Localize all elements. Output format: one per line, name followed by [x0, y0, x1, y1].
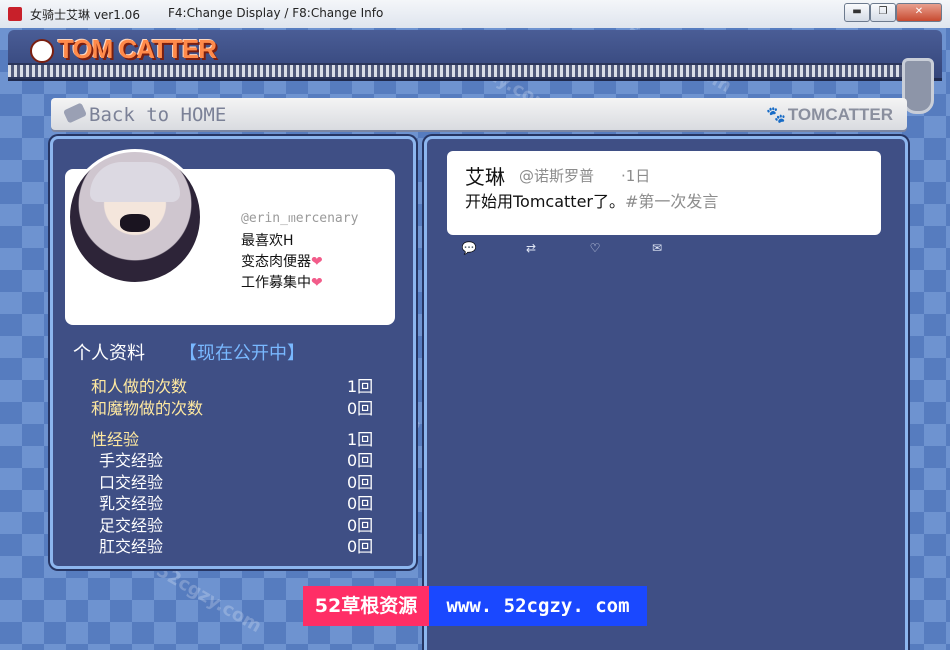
- tweet-time: ·1日: [621, 167, 651, 185]
- profile-panel: @erin_mercenary 最喜欢H 变态肉便器❤ 工作募集中❤ 艾琳@佣兵…: [50, 136, 416, 569]
- back-to-home-button[interactable]: Back to HOME: [89, 104, 226, 126]
- tweet-card[interactable]: 艾琳 @诺斯罗普 ·1日 开始用Tomcatter了。#第一次发言: [447, 151, 881, 235]
- profile-name: 艾琳@佣兵: [241, 193, 341, 217]
- stat-label: 乳交经验: [99, 494, 164, 513]
- stat-label: 手交经验: [99, 451, 164, 470]
- maximize-button[interactable]: ❐: [870, 3, 896, 22]
- tweet-text: 开始用Tomcatter了。#第一次发言: [465, 192, 719, 211]
- mail-icon[interactable]: ✉: [649, 241, 665, 255]
- heart-icon: ❤: [311, 275, 323, 291]
- zipper-decoration: [8, 63, 908, 79]
- game-viewport: 52cgzy.com 52cgzy.com 52cgzy.com 52cgzy.…: [0, 28, 950, 650]
- ad-banner-left[interactable]: 52草根资源: [303, 586, 429, 626]
- window-title: 女骑士艾琳 ver1.06: [30, 8, 140, 22]
- profile-bio: 最喜欢H 变态肉便器❤ 工作募集中❤: [241, 231, 323, 294]
- stat-value: 0回: [347, 451, 374, 470]
- key-hints: F4:Change Display / F8:Change Info: [168, 6, 384, 20]
- bio-line: 变态肉便器❤: [241, 254, 323, 270]
- stat-value: 0回: [347, 537, 374, 556]
- stat-value: 1回: [347, 377, 374, 396]
- ad-banner-right[interactable]: www. 52cgzy. com: [429, 586, 647, 626]
- hashtag-link[interactable]: #第一次发言: [625, 192, 718, 211]
- stat-label: 肛交经验: [99, 537, 164, 556]
- stat-label: 和人做的次数: [91, 377, 188, 396]
- bio-line: 最喜欢H: [241, 233, 294, 249]
- window-titlebar: 女骑士艾琳 ver1.06 F4:Change Display / F8:Cha…: [0, 0, 950, 29]
- heart-icon: ❤: [311, 254, 323, 270]
- watermark: 52cgzy.com: [152, 559, 266, 638]
- close-button[interactable]: ✕: [896, 3, 942, 22]
- minimize-button[interactable]: ▬: [844, 3, 870, 22]
- cat-logo-icon: [30, 39, 54, 64]
- stat-value: 0回: [347, 399, 374, 418]
- retweet-icon[interactable]: ⇄: [523, 241, 539, 255]
- public-status[interactable]: 【现在公开中】: [179, 339, 305, 365]
- tomcatter-logo: TOM CATTER: [30, 34, 217, 65]
- app-icon: [8, 7, 22, 21]
- avatar[interactable]: [67, 149, 203, 285]
- tweet-author: 艾琳: [465, 165, 505, 189]
- tweet-handle: @诺斯罗普: [519, 167, 595, 185]
- stat-value: 0回: [347, 494, 374, 513]
- like-icon[interactable]: ♡: [587, 241, 603, 255]
- back-arrow-icon: [62, 102, 88, 124]
- section-title: 个人资料: [73, 343, 145, 364]
- timeline-panel: 艾琳 @诺斯罗普 ·1日 开始用Tomcatter了。#第一次发言 💬 ⇄ ♡ …: [424, 136, 908, 650]
- stat-label: 和魔物做的次数: [91, 399, 204, 418]
- nav-bar: Back to HOME 🐾 TOMCATTER: [51, 98, 907, 130]
- bio-line: 工作募集中❤: [241, 275, 323, 291]
- paw-icon: 🐾: [765, 107, 786, 124]
- brand-label: 🐾 TOMCATTER: [765, 105, 893, 124]
- reply-icon[interactable]: 💬: [461, 241, 477, 255]
